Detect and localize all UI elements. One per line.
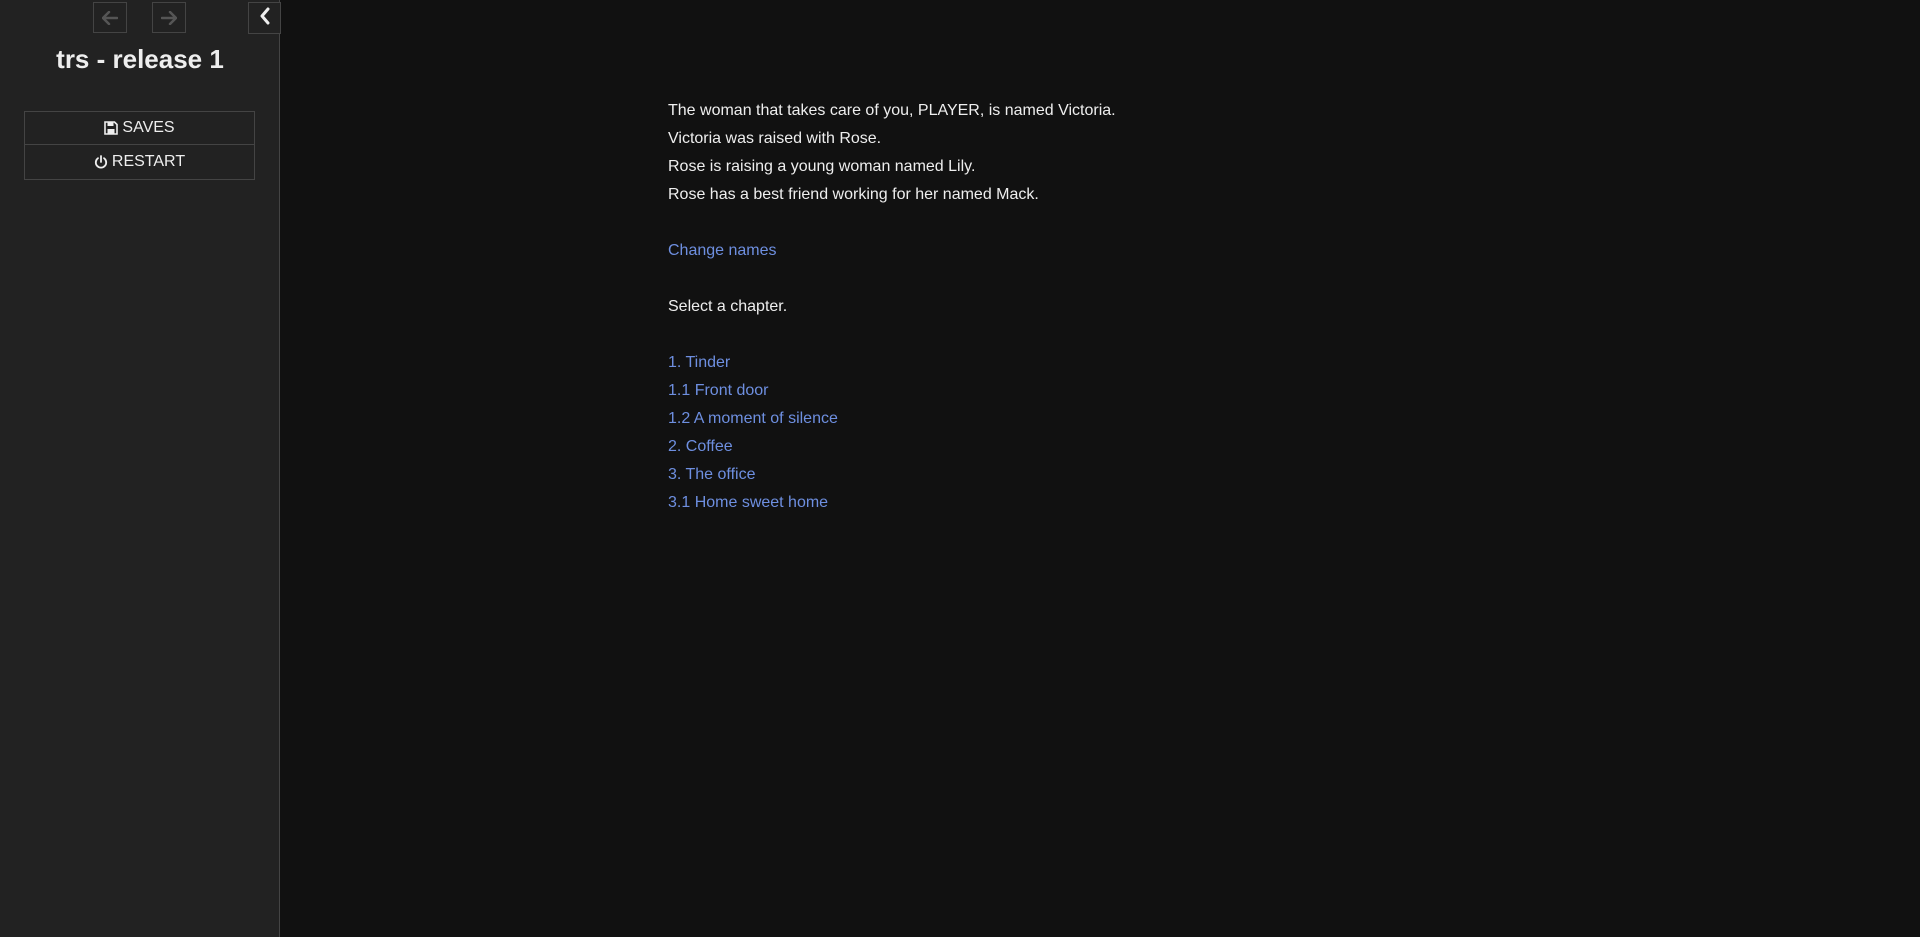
restart-label: RESTART <box>111 153 186 170</box>
chapter-list: 1. Tinder 1.1 Front door 1.2 A moment of… <box>668 349 1568 517</box>
intro-line: The woman that takes care of you, PLAYER… <box>668 102 1116 119</box>
sidebar-stow-button[interactable] <box>248 2 281 34</box>
chapter-link-moment-of-silence[interactable]: 1.2 A moment of silence <box>668 405 838 433</box>
arrow-left-icon <box>102 10 118 25</box>
intro-line: Victoria was raised with Rose. <box>668 130 882 147</box>
chapter-link-front-door[interactable]: 1.1 Front door <box>668 377 769 405</box>
saves-label: SAVES <box>122 119 175 136</box>
ui-bar: trs - release 1 SAVES RESTART <box>0 0 281 937</box>
chapter-link-home-sweet-home[interactable]: 3.1 Home sweet home <box>668 489 828 517</box>
arrow-right-icon <box>161 10 177 25</box>
chevron-left-icon <box>259 7 271 30</box>
intro-line: Rose is raising a young woman named Lily… <box>668 158 976 175</box>
history-forward-button[interactable] <box>152 2 186 33</box>
intro-line: Rose has a best friend working for her n… <box>668 186 1039 203</box>
power-icon <box>94 155 108 169</box>
chapter-link-tinder[interactable]: 1. Tinder <box>668 349 730 377</box>
saves-button[interactable]: SAVES <box>24 111 255 145</box>
passage: The woman that takes care of you, PLAYER… <box>668 97 1568 517</box>
floppy-disk-icon <box>104 121 119 135</box>
story-menu: SAVES RESTART <box>24 111 255 180</box>
select-chapter-prompt: Select a chapter. <box>668 298 788 315</box>
restart-button[interactable]: RESTART <box>24 145 255 180</box>
change-names-link[interactable]: Change names <box>668 237 777 265</box>
story-title: trs - release 1 <box>56 44 224 74</box>
chapter-link-coffee[interactable]: 2. Coffee <box>668 433 733 461</box>
chapter-link-the-office[interactable]: 3. The office <box>668 461 755 489</box>
history-back-button[interactable] <box>93 2 127 33</box>
